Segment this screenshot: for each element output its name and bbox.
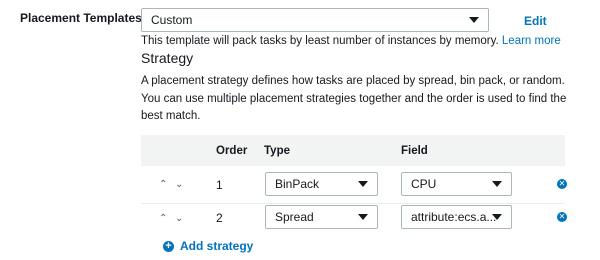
- type-select[interactable]: Spread: [265, 205, 378, 229]
- placement-template-value: Custom: [151, 13, 193, 27]
- placement-templates-label: Placement Templates: [20, 11, 142, 25]
- placement-template-select[interactable]: Custom: [141, 8, 489, 32]
- template-description: This template will pack tasks by least n…: [141, 35, 561, 47]
- chevron-down-icon[interactable]: ⌄: [175, 179, 183, 190]
- type-select[interactable]: BinPack: [265, 172, 378, 196]
- add-strategy-label: Add strategy: [180, 239, 254, 253]
- remove-circle-icon[interactable]: ✕: [557, 212, 567, 222]
- field-select[interactable]: attribute:ecs.a...: [401, 205, 512, 229]
- chevron-down-icon[interactable]: ⌄: [175, 213, 183, 224]
- add-strategy-button[interactable]: + Add strategy: [163, 239, 253, 253]
- strategy-description: A placement strategy defines how tasks a…: [141, 75, 567, 122]
- dropdown-caret-icon: [469, 17, 479, 23]
- add-circle-icon: +: [163, 240, 174, 252]
- dropdown-caret-icon: [492, 181, 502, 187]
- column-header-field: Field: [401, 145, 428, 157]
- dropdown-caret-icon: [358, 181, 368, 187]
- row-order: 1: [216, 178, 223, 192]
- strategy-title: Strategy: [141, 50, 194, 66]
- dropdown-caret-icon: [492, 214, 502, 220]
- field-select-value: CPU: [411, 177, 437, 191]
- chevron-up-icon[interactable]: ⌃: [159, 213, 167, 224]
- chevron-up-icon[interactable]: ⌃: [159, 179, 167, 190]
- field-select-value: attribute:ecs.a...: [411, 210, 497, 224]
- dropdown-caret-icon: [358, 214, 368, 220]
- row-order: 2: [216, 211, 223, 225]
- type-select-value: BinPack: [275, 177, 320, 191]
- edit-link[interactable]: Edit: [524, 14, 547, 28]
- remove-circle-icon[interactable]: ✕: [557, 179, 567, 189]
- column-header-order: Order: [216, 145, 248, 157]
- field-select[interactable]: CPU: [401, 172, 512, 196]
- strategy-table-header: [141, 135, 565, 166]
- learn-more-link[interactable]: Learn more: [502, 35, 561, 47]
- row-divider: [141, 203, 565, 204]
- column-header-type: Type: [264, 145, 290, 157]
- type-select-value: Spread: [275, 210, 314, 224]
- template-description-text: This template will pack tasks by least n…: [141, 35, 499, 47]
